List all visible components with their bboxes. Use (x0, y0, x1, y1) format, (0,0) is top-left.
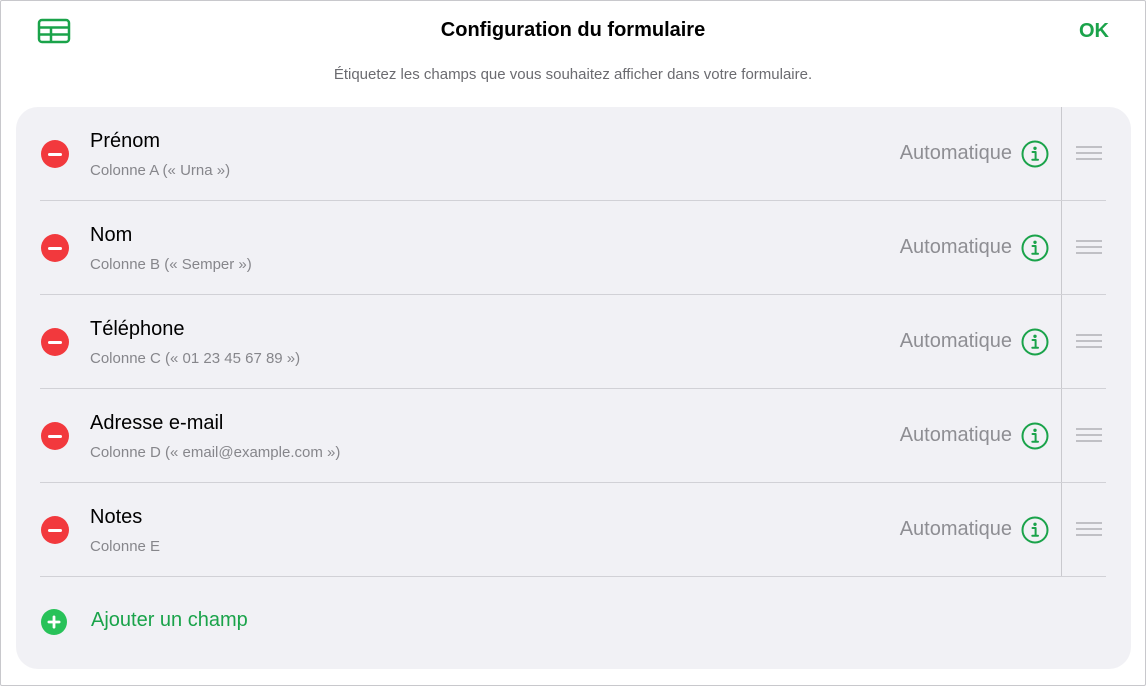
field-row: Téléphone Colonne C (« 01 23 45 67 89 »)… (16, 295, 1131, 389)
drag-handle-icon[interactable] (1075, 145, 1103, 161)
minus-circle-icon[interactable] (41, 234, 69, 262)
info-circle-icon[interactable] (1021, 422, 1049, 450)
drag-handle-icon[interactable] (1075, 333, 1103, 349)
info-circle-icon[interactable] (1021, 234, 1049, 262)
field-type-selector[interactable]: Automatique (900, 142, 1012, 165)
minus-circle-icon[interactable] (41, 328, 69, 356)
info-circle-icon[interactable] (1021, 516, 1049, 544)
field-type-selector[interactable]: Automatique (900, 236, 1012, 259)
field-type-selector[interactable]: Automatique (900, 330, 1012, 353)
field-type-selector[interactable]: Automatique (900, 424, 1012, 447)
field-column: Colonne A (« Urna ») (90, 162, 231, 179)
field-name[interactable]: Prénom (90, 130, 160, 153)
page-subtitle: Étiquetez les champs que vous souhaitez … (333, 66, 813, 83)
field-name[interactable]: Téléphone (90, 318, 185, 341)
drag-handle-icon[interactable] (1075, 521, 1103, 537)
plus-circle-icon (41, 609, 67, 635)
drag-handle-icon[interactable] (1075, 239, 1103, 255)
field-name[interactable]: Nom (90, 224, 132, 247)
minus-circle-icon[interactable] (41, 516, 69, 544)
info-circle-icon[interactable] (1021, 140, 1049, 168)
row-divider (40, 576, 1106, 577)
fields-list-panel: Prénom Colonne A (« Urna ») Automatique … (16, 107, 1131, 669)
field-type-selector[interactable]: Automatique (900, 518, 1012, 541)
ok-button[interactable]: OK (1079, 20, 1109, 43)
add-field-label: Ajouter un champ (91, 609, 248, 631)
form-config-window: Configuration du formulaire OK Étiquetez… (0, 0, 1146, 686)
field-column: Colonne E (90, 538, 161, 555)
field-row: Adresse e-mail Colonne D (« email@exampl… (16, 389, 1131, 483)
add-field-button[interactable]: Ajouter un champ (16, 604, 1131, 640)
field-column: Colonne D (« email@example.com ») (90, 444, 341, 461)
info-circle-icon[interactable] (1021, 328, 1049, 356)
field-column: Colonne B (« Semper ») (90, 256, 252, 273)
header: Configuration du formulaire OK Étiquetez… (1, 1, 1145, 105)
minus-circle-icon[interactable] (41, 140, 69, 168)
field-name[interactable]: Adresse e-mail (90, 412, 223, 435)
field-row: Nom Colonne B (« Semper ») Automatique (16, 201, 1131, 295)
field-row: Notes Colonne E Automatique (16, 483, 1131, 577)
minus-circle-icon[interactable] (41, 422, 69, 450)
field-column: Colonne C (« 01 23 45 67 89 ») (90, 350, 301, 367)
field-row: Prénom Colonne A (« Urna ») Automatique (16, 107, 1131, 201)
drag-handle-icon[interactable] (1075, 427, 1103, 443)
field-name[interactable]: Notes (90, 506, 142, 529)
page-title: Configuration du formulaire (440, 19, 706, 41)
